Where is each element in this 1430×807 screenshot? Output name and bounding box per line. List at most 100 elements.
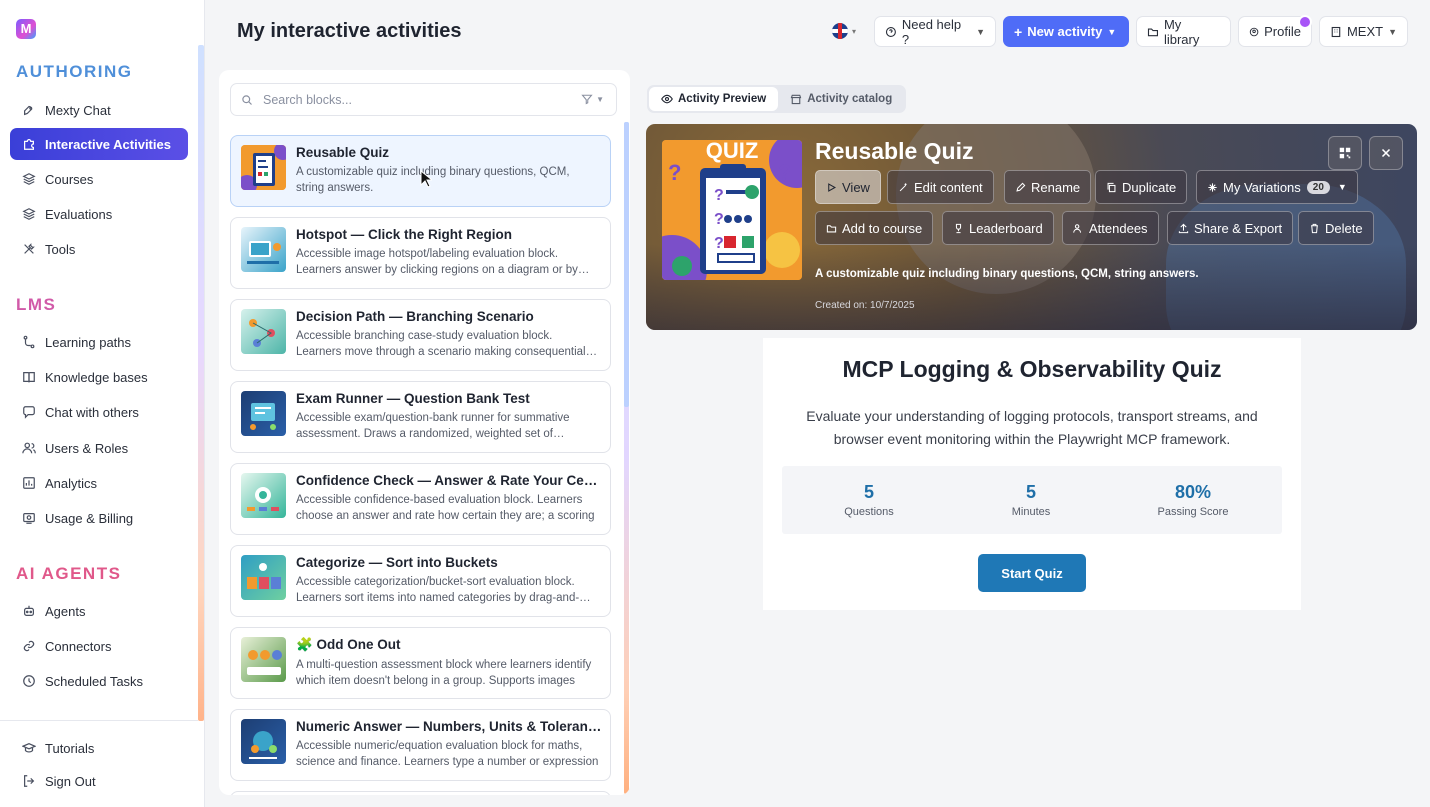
variations-count-badge: 20 <box>1306 180 1330 194</box>
stat-label: Passing Score <box>1157 506 1229 518</box>
page-title: My interactive activities <box>237 20 462 42</box>
notification-badge <box>1298 15 1312 29</box>
sidebar-item-chat-with-others[interactable]: Chat with others <box>10 396 188 428</box>
tab-activity-preview[interactable]: Activity Preview <box>649 87 779 111</box>
activity-card-decision-path[interactable]: Decision Path — Branching Scenario Acces… <box>230 299 611 371</box>
my-library-button[interactable]: My library <box>1136 16 1231 47</box>
sidebar-item-mexty-chat[interactable]: Mexty Chat <box>10 94 188 126</box>
list-scrollbar-thumb[interactable] <box>624 122 629 407</box>
svg-text:?: ? <box>714 187 724 204</box>
attendees-button[interactable]: Attendees <box>1062 211 1159 245</box>
sidebar-item-learning-paths[interactable]: Learning paths <box>10 326 188 358</box>
help-button[interactable]: Need help ? ▼ <box>874 16 996 47</box>
sidebar-item-label: Courses <box>45 171 94 187</box>
view-button[interactable]: View <box>815 170 881 204</box>
search-input[interactable] <box>263 92 563 107</box>
activity-card-hotspot[interactable]: Hotspot — Click the Right Region Accessi… <box>230 217 611 289</box>
sidebar-item-sign-out[interactable]: Sign Out <box>10 765 188 797</box>
leaderboard-button[interactable]: Leaderboard <box>942 211 1054 245</box>
qr-code-button[interactable] <box>1328 136 1362 170</box>
start-quiz-button[interactable]: Start Quiz <box>978 554 1086 592</box>
activity-card-partial[interactable] <box>230 791 611 795</box>
sidebar-item-users-roles[interactable]: Users & Roles <box>10 432 188 464</box>
sidebar-item-label: Knowledge bases <box>45 369 148 385</box>
rename-button[interactable]: Rename <box>1004 170 1092 204</box>
activity-card-odd-one-out[interactable]: 🧩 Odd One Out A multi-question assessmen… <box>230 627 611 699</box>
activity-title: Numeric Answer — Numbers, Units & Tolera… <box>296 719 602 734</box>
organization-selector[interactable]: MEXT ▼ <box>1319 16 1408 47</box>
sidebar-item-knowledge-bases[interactable]: Knowledge bases <box>10 361 188 393</box>
quiz-cover-image: QUIZ ? ? ? ? ? <box>662 140 802 280</box>
share-export-button[interactable]: Share & Export <box>1167 211 1294 245</box>
sidebar-item-analytics[interactable]: Analytics <box>10 467 188 499</box>
delete-button[interactable]: Delete <box>1298 211 1374 245</box>
variations-label: My Variations <box>1223 179 1301 195</box>
sidebar-item-label: Evaluations <box>45 206 113 222</box>
my-variations-button[interactable]: My Variations 20 ▼ <box>1196 170 1358 204</box>
sidebar-divider <box>0 720 198 721</box>
new-activity-button[interactable]: + New activity ▼ <box>1003 16 1129 47</box>
sidebar-item-usage-billing[interactable]: Usage & Billing <box>10 502 188 534</box>
help-icon <box>885 26 896 37</box>
users-icon <box>22 441 36 455</box>
sidebar-item-connectors[interactable]: Connectors <box>10 630 188 662</box>
activity-description: Accessible categorization/bucket-sort ev… <box>296 576 580 604</box>
duplicate-button[interactable]: Duplicate <box>1095 170 1188 204</box>
activity-card-confidence-check[interactable]: Confidence Check — Answer & Rate Your Ce… <box>230 463 611 535</box>
sidebar-item-interactive-activities[interactable]: Interactive Activities <box>10 128 188 160</box>
sidebar-item-courses[interactable]: Courses <box>10 163 188 195</box>
help-label: Need help ? <box>901 16 962 47</box>
stat-value: 5 <box>863 482 874 502</box>
book-icon <box>22 370 36 384</box>
sidebar-item-tutorials[interactable]: Tutorials <box>10 732 188 764</box>
activity-title: 🧩 Odd One Out <box>296 637 401 652</box>
add-to-course-button[interactable]: Add to course <box>815 211 934 245</box>
activity-description: A customizable quiz including binary que… <box>815 268 1199 280</box>
activity-card-categorize[interactable]: Categorize — Sort into Buckets Accessibl… <box>230 545 611 617</box>
filter-icon <box>581 94 593 105</box>
sidebar-item-label: Connectors <box>45 638 112 654</box>
chevron-down-icon: ▼ <box>596 94 604 104</box>
sidebar-item-label: Users & Roles <box>45 440 129 456</box>
activity-card-numeric-answer[interactable]: Numeric Answer — Numbers, Units & Tolera… <box>230 709 611 781</box>
sidebar-item-label: Analytics <box>45 475 98 491</box>
sidebar-scrollbar[interactable] <box>198 45 204 721</box>
path-icon <box>22 335 36 349</box>
sidebar-item-scheduled-tasks[interactable]: Scheduled Tasks <box>10 665 188 697</box>
activity-thumbnail <box>241 309 286 354</box>
filter-button[interactable]: ▼ <box>581 93 604 105</box>
add-course-label: Add to course <box>842 220 923 236</box>
sidebar-item-evaluations[interactable]: Evaluations <box>10 198 188 230</box>
activity-thumbnail <box>241 637 286 682</box>
trophy-icon <box>955 223 962 233</box>
sidebar-item-agents[interactable]: Agents <box>10 595 188 627</box>
sidebar-item-tools[interactable]: Tools <box>10 233 188 265</box>
new-activity-label: New activity <box>1027 24 1103 39</box>
tab-label: Activity Preview <box>678 93 767 105</box>
clock-icon <box>22 674 36 688</box>
activity-title: Confidence Check — Answer & Rate Your Ce… <box>296 473 602 488</box>
leaderboard-label: Leaderboard <box>969 220 1043 236</box>
quiz-description: Evaluate your understanding of logging p… <box>806 408 1258 447</box>
uk-flag-icon <box>832 23 848 39</box>
tab-activity-catalog[interactable]: Activity catalog <box>778 87 904 111</box>
activity-card-exam-runner[interactable]: Exam Runner — Question Bank Test Accessi… <box>230 381 611 453</box>
close-button[interactable] <box>1369 136 1403 170</box>
edit-content-button[interactable]: Edit content <box>887 170 994 204</box>
activity-hero: QUIZ ? ? ? ? ? Reusable Quiz View Edit c… <box>646 124 1417 330</box>
language-selector[interactable]: ▾ <box>832 20 864 42</box>
folder-icon <box>1147 27 1159 36</box>
stat-passing-score: 80% Passing Score <box>1113 482 1273 518</box>
activity-thumbnail <box>241 145 286 190</box>
app-logo[interactable]: M <box>16 19 36 39</box>
sparkle-icon <box>1208 182 1217 192</box>
sidebar-item-label: Scheduled Tasks <box>45 673 144 689</box>
created-date: Created on: 10/7/2025 <box>815 300 915 311</box>
plus-icon: + <box>1014 23 1023 40</box>
activity-thumbnail <box>241 473 286 518</box>
sidebar-item-label: Mexty Chat <box>45 102 111 118</box>
edit-label: Edit content <box>914 179 983 195</box>
search-bar: ▼ <box>230 83 617 116</box>
activity-description: Accessible exam/question-bank runner for… <box>296 412 570 440</box>
sidebar-item-label: Learning paths <box>45 334 132 350</box>
